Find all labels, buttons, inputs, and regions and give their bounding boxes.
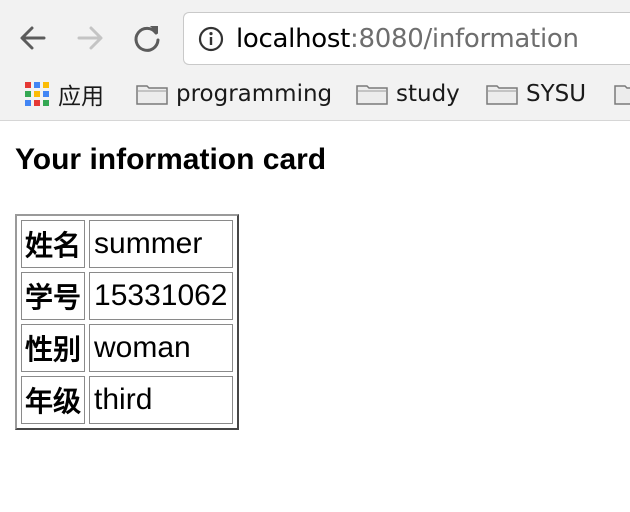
page-title: Your information card	[15, 143, 327, 176]
bookmark-label: 应用	[58, 84, 104, 110]
bookmark-programming[interactable]: programming	[136, 74, 332, 114]
bookmark-label: study	[396, 81, 460, 107]
row-value: 15331062	[89, 272, 233, 320]
apps-grid-icon	[25, 82, 49, 106]
url-text[interactable]: localhost:8080/information	[236, 21, 579, 57]
info-icon[interactable]	[198, 26, 224, 52]
folder-icon	[356, 85, 388, 105]
url-host: localhost	[236, 24, 351, 54]
row-value: woman	[89, 324, 233, 372]
bookmark-label: SYSU	[526, 81, 587, 107]
row-key: 姓名	[21, 220, 86, 268]
arrow-left-icon	[20, 26, 46, 50]
row-value: summer	[89, 220, 233, 268]
row-key: 性别	[21, 324, 86, 372]
bookmark-overflow[interactable]	[614, 74, 630, 114]
row-key: 学号	[21, 272, 86, 320]
table-row: 性别 woman	[21, 324, 233, 372]
forward-button[interactable]	[70, 18, 110, 58]
address-bar[interactable]: localhost:8080/information	[183, 12, 630, 65]
back-button[interactable]	[13, 18, 53, 58]
row-key: 年级	[21, 376, 86, 424]
page-content: Your information card 姓名 summer 学号 15331…	[15, 140, 327, 430]
bookmark-apps[interactable]: 应用	[24, 74, 104, 114]
bookmark-sysu[interactable]: SYSU	[486, 74, 586, 114]
browser-toolbar: localhost:8080/information 应用 programmin…	[0, 0, 630, 121]
folder-icon	[614, 85, 630, 105]
arrow-right-icon	[77, 26, 103, 50]
bookmark-label: programming	[176, 81, 333, 107]
reload-button[interactable]	[127, 18, 167, 58]
folder-icon	[486, 85, 518, 105]
table-row: 学号 15331062	[21, 272, 233, 320]
url-path: :8080/information	[350, 24, 579, 54]
information-table: 姓名 summer 学号 15331062 性别 woman 年级 third	[15, 214, 239, 430]
table-row: 姓名 summer	[21, 220, 233, 268]
reload-icon	[134, 26, 160, 52]
bookmark-study[interactable]: study	[356, 74, 460, 114]
row-value: third	[89, 376, 233, 424]
table-row: 年级 third	[21, 376, 233, 424]
folder-icon	[136, 85, 168, 105]
bookmarks-bar: 应用 programming study SYSU	[0, 74, 630, 114]
